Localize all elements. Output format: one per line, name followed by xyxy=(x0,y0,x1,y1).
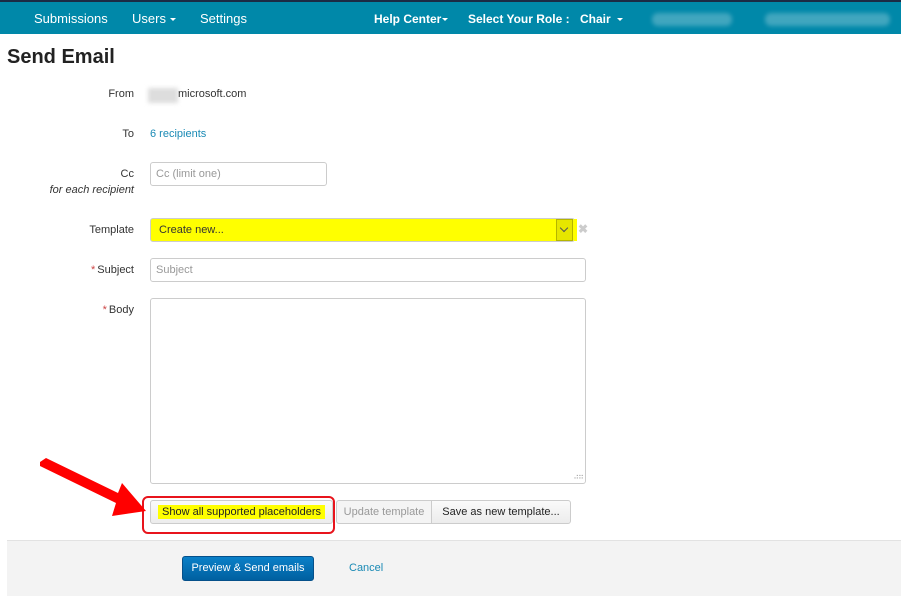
cancel-link[interactable]: Cancel xyxy=(349,562,383,574)
nav-users[interactable]: Users xyxy=(132,11,176,26)
subject-input[interactable]: Subject xyxy=(150,258,586,282)
from-label: From xyxy=(108,88,134,100)
subject-label-text: Subject xyxy=(97,264,134,276)
required-marker: * xyxy=(91,264,96,276)
nav-submissions[interactable]: Submissions xyxy=(34,11,108,26)
page-title: Send Email xyxy=(7,46,115,68)
chevron-down-icon xyxy=(616,18,623,22)
body-textarea[interactable]: ⠴⠶ xyxy=(150,298,586,484)
chevron-down-icon xyxy=(169,18,176,22)
highlight-tail xyxy=(574,219,577,241)
from-value: microsoft.com xyxy=(178,88,247,100)
cc-label: Cc xyxy=(120,168,134,180)
subject-label: * Subject xyxy=(91,264,134,276)
nav-users-label: Users xyxy=(132,11,166,26)
cc-input[interactable]: Cc (limit one) xyxy=(150,162,327,186)
form-footer xyxy=(7,540,901,596)
annotation-arrow-icon xyxy=(40,458,146,516)
preview-send-button[interactable]: Preview & Send emails xyxy=(182,556,314,581)
annotation-highlight-box xyxy=(142,496,335,534)
chevron-down-icon xyxy=(559,223,569,233)
role-value: Chair xyxy=(580,12,611,26)
template-label: Template xyxy=(89,224,134,236)
nav-settings[interactable]: Settings xyxy=(200,11,247,26)
body-label-text: Body xyxy=(108,304,134,316)
nav-help-center[interactable]: Help Center xyxy=(374,12,449,26)
redacted-email-prefix xyxy=(148,88,178,103)
cc-sublabel: for each recipient xyxy=(49,184,134,196)
template-dropdown-toggle[interactable] xyxy=(556,219,573,241)
to-label: To xyxy=(122,128,134,140)
nav-help-center-label: Help Center xyxy=(374,12,442,26)
redacted-nav-item[interactable] xyxy=(652,13,732,26)
resize-grip-icon[interactable]: ⠴⠶ xyxy=(573,472,584,481)
update-template-button[interactable]: Update template xyxy=(336,500,432,524)
required-marker: * xyxy=(102,304,107,316)
role-selector[interactable]: Chair xyxy=(580,12,623,26)
clear-icon[interactable]: ✖ xyxy=(578,222,588,236)
chevron-down-icon xyxy=(442,18,449,22)
save-new-template-button[interactable]: Save as new template... xyxy=(431,500,571,524)
recipients-link[interactable]: 6 recipients xyxy=(150,128,206,140)
role-label: Select Your Role : xyxy=(468,12,570,26)
redacted-user-menu[interactable] xyxy=(765,13,890,26)
top-navbar: Submissions Users Settings Help Center S… xyxy=(0,0,901,34)
template-select[interactable]: Create new... xyxy=(150,218,575,242)
body-label: * Body xyxy=(103,304,134,316)
